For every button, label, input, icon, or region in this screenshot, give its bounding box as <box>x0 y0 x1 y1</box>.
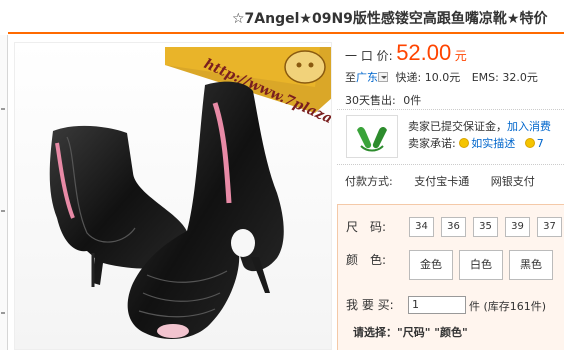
shipping-row: 至广东 快递: 10.0元 EMS: 32.0元 <box>345 69 538 85</box>
color-label: 颜 色: <box>346 253 387 267</box>
price-row: 一 口 价: 52.00 元 <box>345 40 467 68</box>
as-described-link[interactable]: 如实描述 <box>471 137 515 150</box>
divider <box>337 164 564 165</box>
express-fee: 快递: 10.0元 <box>395 71 461 84</box>
product-title: ☆7Angel★09N9版性感镂空高跟鱼嘴凉靴★特价 <box>232 11 548 27</box>
size-option-36[interactable]: 36 <box>441 217 466 237</box>
guarantee-text: 卖家已提交保证金， <box>408 120 507 133</box>
edge-tick <box>1 210 5 212</box>
divider <box>337 109 564 110</box>
sold-value: 0件 <box>403 94 422 107</box>
shoe-illustration: http://www.7plaza.cn <box>15 43 331 349</box>
size-option-34[interactable]: 34 <box>409 217 434 237</box>
price-value: 52.00 <box>396 40 452 65</box>
guarantee-badge[interactable] <box>346 115 398 158</box>
quantity-input[interactable]: 1 <box>408 296 466 314</box>
ems-fee: EMS: 32.0元 <box>471 71 538 84</box>
payment-label: 付款方式: <box>345 175 393 188</box>
product-image[interactable]: http://www.7plaza.cn <box>14 42 332 350</box>
size-option-35[interactable]: 35 <box>473 217 498 237</box>
sales-row: 30天售出: 0件 <box>345 92 421 108</box>
color-option-white[interactable]: 白色 <box>459 250 503 280</box>
edge-tick <box>1 312 5 314</box>
edge-tick <box>1 108 5 110</box>
title-divider <box>8 32 564 34</box>
color-option-black[interactable]: 黑色 <box>509 250 553 280</box>
guarantee-line: 卖家已提交保证金，加入消费 <box>408 118 551 134</box>
chevron-down-icon[interactable] <box>378 72 388 82</box>
left-scroll-edge <box>0 35 8 350</box>
more-promise-link[interactable]: 7 <box>537 137 544 150</box>
quantity-label: 我 要 买: <box>346 298 394 312</box>
consumer-protection-link[interactable]: 加入消费 <box>507 120 551 133</box>
payment-option-alipay-card: 支付宝卡通 <box>414 175 470 188</box>
handshake-icon <box>357 127 387 152</box>
bulb-icon <box>459 138 470 148</box>
selection-hint: 请选择："尺码" "颜色" <box>353 326 468 339</box>
sold-label: 30天售出: <box>345 94 396 107</box>
stock-text: 件 (库存161件) <box>469 300 547 313</box>
payment-row: 付款方式: 支付宝卡通 网银支付 <box>345 173 535 189</box>
ship-to-label: 至 <box>345 71 356 84</box>
promise-line: 卖家承诺: 如实描述 7 <box>408 135 544 151</box>
ship-area-select[interactable]: 广东 <box>356 71 378 84</box>
price-label: 一 口 价: <box>345 49 393 63</box>
size-label: 尺 码: <box>346 220 387 234</box>
promise-label: 卖家承诺: <box>408 137 456 150</box>
size-option-37[interactable]: 37 <box>537 217 562 237</box>
price-currency: 元 <box>454 49 467 63</box>
payment-option-online-bank: 网银支付 <box>490 175 535 188</box>
color-option-gold[interactable]: 金色 <box>409 250 453 280</box>
bulb-icon <box>524 138 535 148</box>
size-option-39[interactable]: 39 <box>505 217 530 237</box>
